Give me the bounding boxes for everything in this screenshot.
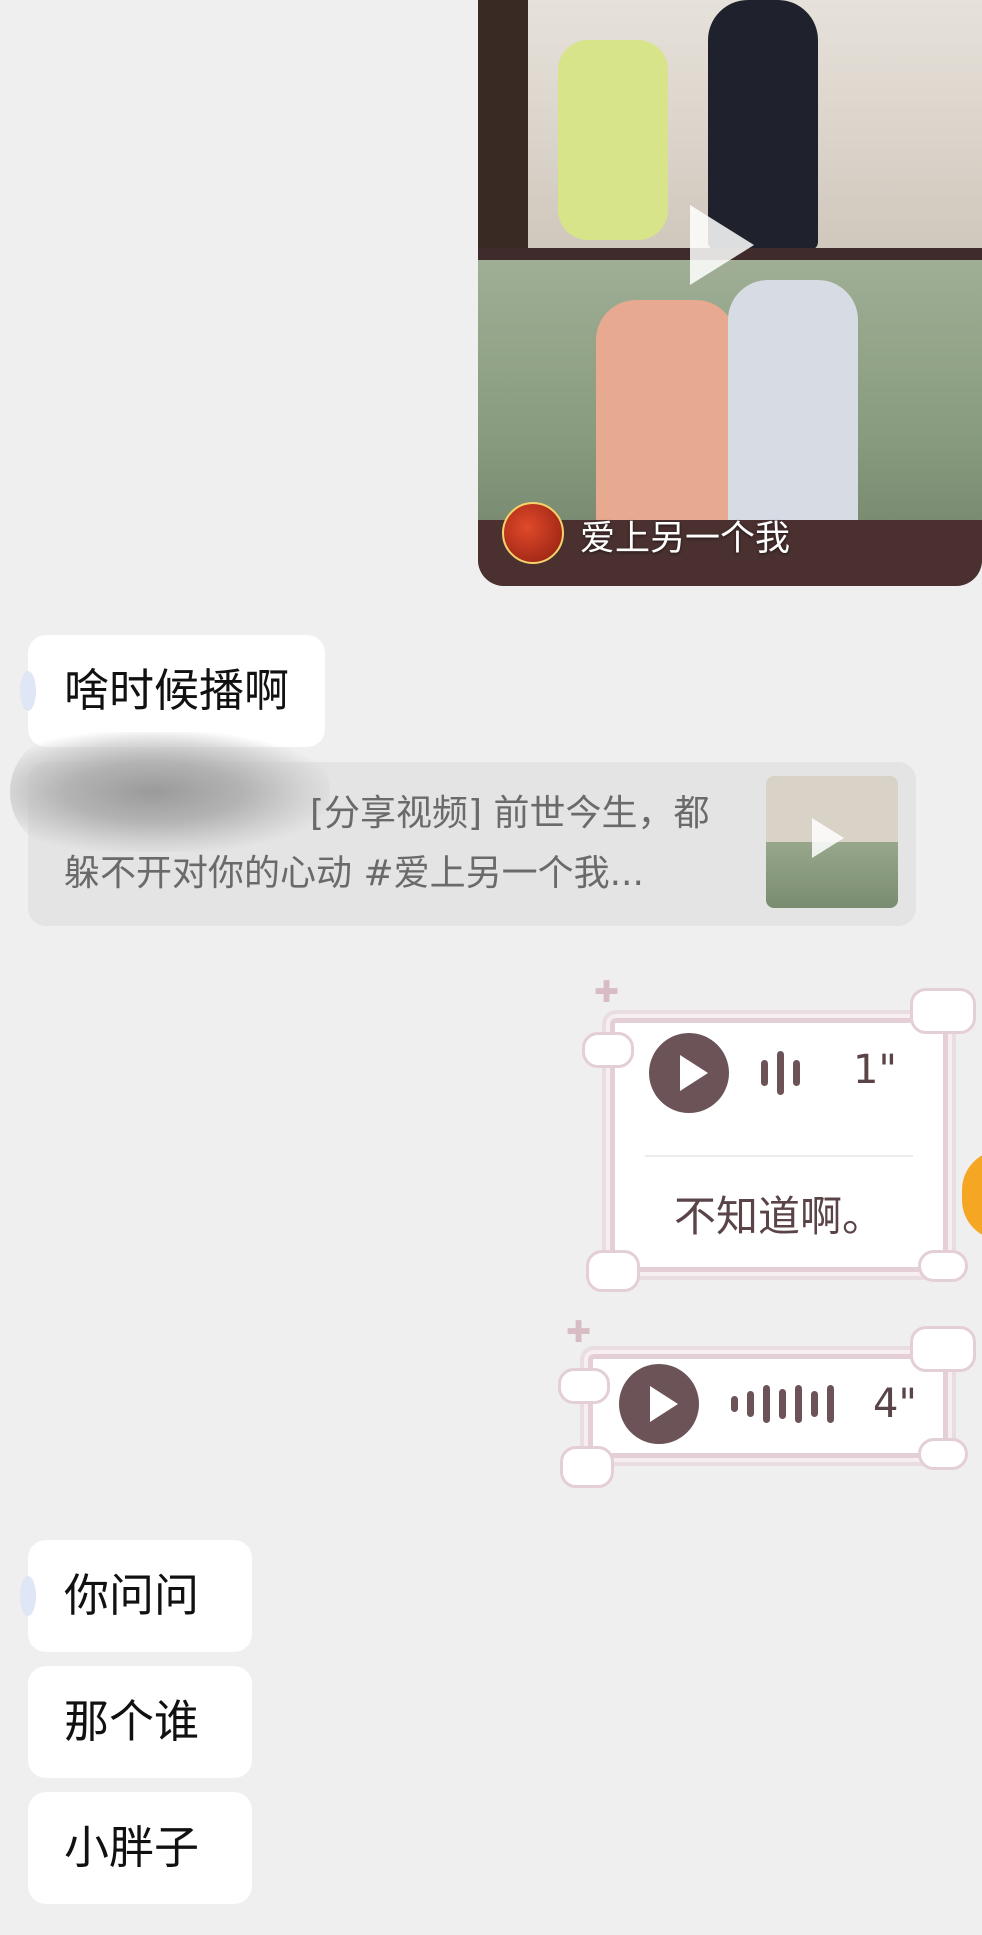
- divider: [645, 1155, 913, 1157]
- thumbnail-play-icon: [812, 818, 844, 858]
- share-text-line2: 躲不开对你的心动 #爱上另一个我...: [64, 853, 644, 894]
- message-row: 小胖子: [28, 1792, 252, 1904]
- video-title: 爱上另一个我: [580, 519, 791, 559]
- shared-video-message[interactable]: [分享视频] 前世今生，都 躲不开对你的心动 #爱上另一个我...: [10, 732, 916, 926]
- voice-wave-icon: [761, 1051, 800, 1095]
- message-bubble[interactable]: 小胖子: [28, 1792, 252, 1904]
- cloud-icon: [582, 1032, 634, 1068]
- cloud-icon: [918, 1438, 968, 1470]
- bunny-icon: [560, 1446, 614, 1488]
- voice-duration: 1": [853, 1047, 897, 1093]
- message-row: 那个谁: [28, 1666, 252, 1778]
- message-bubble[interactable]: 那个谁: [28, 1666, 252, 1778]
- cat-face-icon: [910, 1326, 976, 1372]
- logo-badge: [502, 502, 564, 564]
- voice-duration: 4": [873, 1381, 917, 1427]
- sparkle-icon: ✚: [566, 1315, 592, 1350]
- message-bubble[interactable]: 你问问: [28, 1540, 252, 1652]
- voice-message-bubble[interactable]: 1" 不知道啊。: [610, 1018, 948, 1272]
- message-bubble[interactable]: 啥时候播啊: [28, 635, 326, 747]
- message-row: 啥时候播啊: [20, 635, 326, 747]
- voice-transcript: 不知道啊。: [673, 1192, 884, 1241]
- cloud-icon: [558, 1368, 610, 1404]
- voice-play-button[interactable]: [649, 1033, 729, 1113]
- figure-edge: [478, 0, 528, 250]
- share-text: [分享视频] 前世今生，都 躲不开对你的心动 #爱上另一个我...: [64, 784, 774, 904]
- share-text-line1: [分享视频] 前世今生，都: [310, 793, 710, 834]
- avatar[interactable]: [20, 1576, 36, 1616]
- cat-face-icon: [910, 988, 976, 1034]
- bunny-icon: [586, 1250, 640, 1292]
- figure-yellow: [558, 40, 668, 240]
- video-card[interactable]: 爱上另一个我: [478, 0, 982, 586]
- sticker-edge: [962, 1150, 982, 1240]
- sparkle-icon: ✚: [594, 975, 620, 1010]
- voice-play-button[interactable]: [619, 1364, 699, 1444]
- avatar[interactable]: [20, 671, 36, 711]
- message-row: 你问问: [20, 1540, 252, 1652]
- share-thumbnail[interactable]: [766, 776, 898, 908]
- voice-wave-icon: [731, 1385, 834, 1423]
- voice-message-bubble[interactable]: 4": [588, 1354, 948, 1458]
- play-icon[interactable]: [690, 205, 754, 285]
- cloud-icon: [918, 1250, 968, 1282]
